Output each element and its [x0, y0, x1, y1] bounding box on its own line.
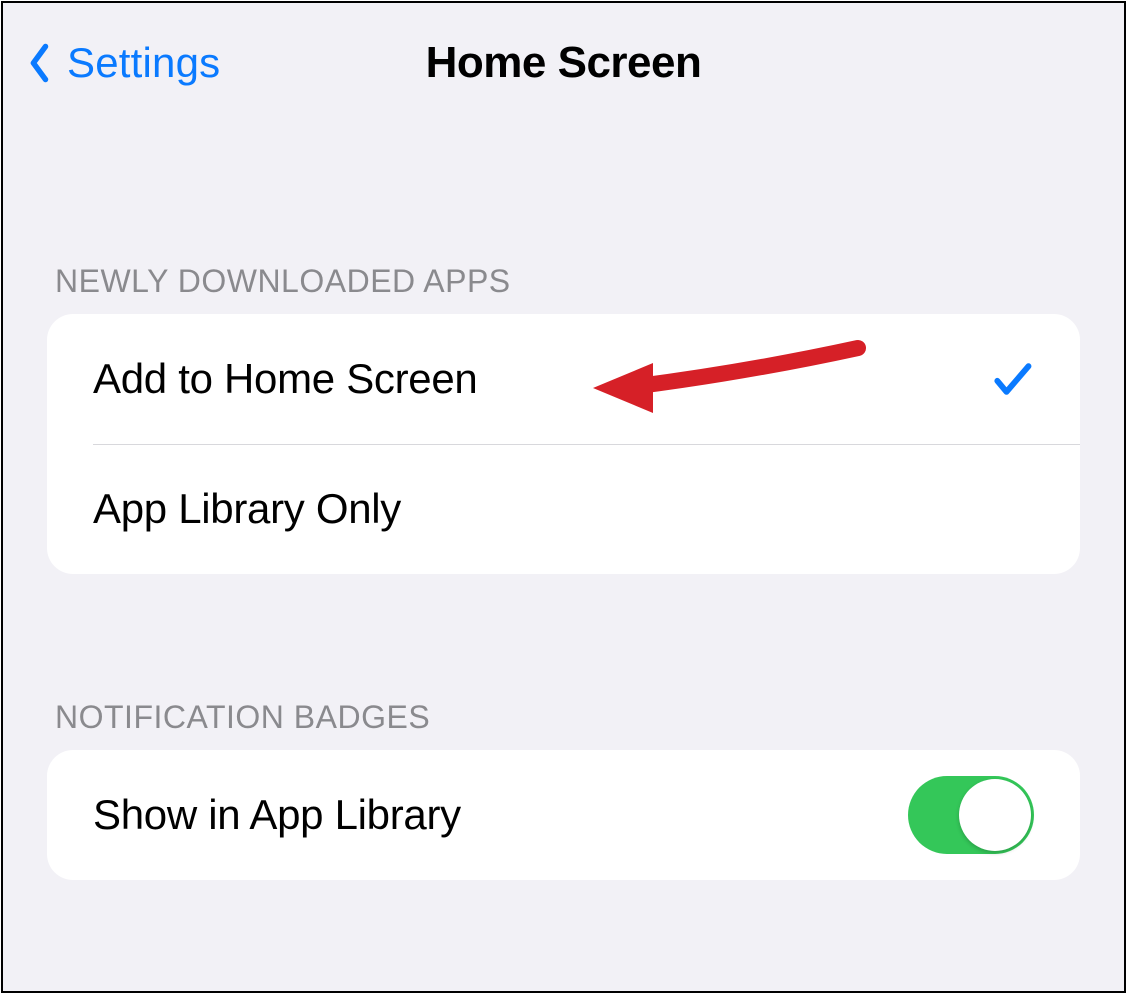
row-show-in-app-library[interactable]: Show in App Library: [47, 750, 1080, 880]
option-label: Add to Home Screen: [93, 355, 990, 403]
back-button[interactable]: Settings: [23, 39, 220, 87]
section-header-downloaded: Newly Downloaded Apps: [3, 263, 1124, 314]
option-label: App Library Only: [93, 485, 1034, 533]
group-downloaded-apps: Add to Home Screen App Library Only: [47, 314, 1080, 574]
checkmark-icon: [990, 357, 1034, 401]
toggle-show-in-app-library[interactable]: [908, 776, 1034, 854]
section-header-badges: Notification Badges: [3, 699, 1124, 750]
option-add-to-home-screen[interactable]: Add to Home Screen: [47, 314, 1080, 444]
page-title: Home Screen: [426, 38, 702, 88]
toggle-knob: [959, 779, 1031, 851]
group-notification-badges: Show in App Library: [47, 750, 1080, 880]
option-app-library-only[interactable]: App Library Only: [47, 444, 1080, 574]
row-label: Show in App Library: [93, 791, 908, 839]
chevron-left-icon: [23, 39, 57, 87]
back-button-label: Settings: [67, 39, 220, 87]
